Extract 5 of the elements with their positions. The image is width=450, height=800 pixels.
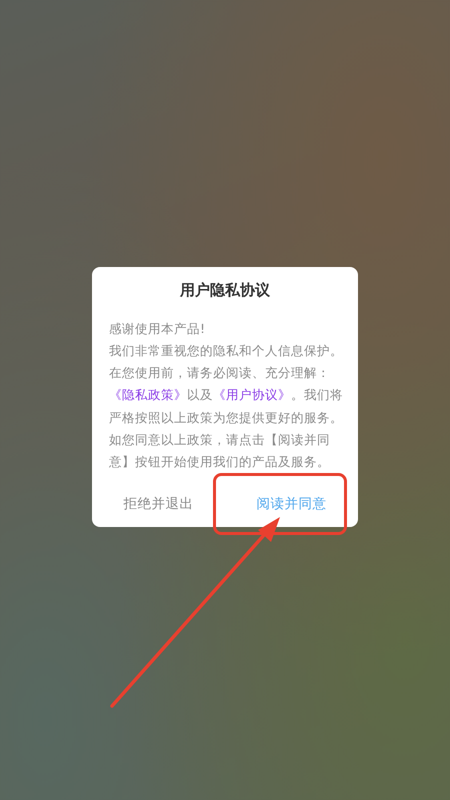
policy-link[interactable]: 《隐私政策》 (109, 387, 187, 402)
dialog-title: 用户隐私协议 (178, 280, 271, 300)
dialog-message: 感谢使用本产品! 我们非常重视您的隐私和个人信息保护。在您使用前，请务必阅读、充分理解： 《隐私政策》以及《用户协议》。我们将严格按照以上政策为您提供更好的服务。如您同意以上政策，请点击【阅读并同意】按钮开始使用我们的产品及服务。 (108, 320, 344, 471)
decline-button[interactable]: 拒绝并退出 (92, 483, 225, 528)
policy-link[interactable]: 《用户协议》 (213, 387, 291, 402)
